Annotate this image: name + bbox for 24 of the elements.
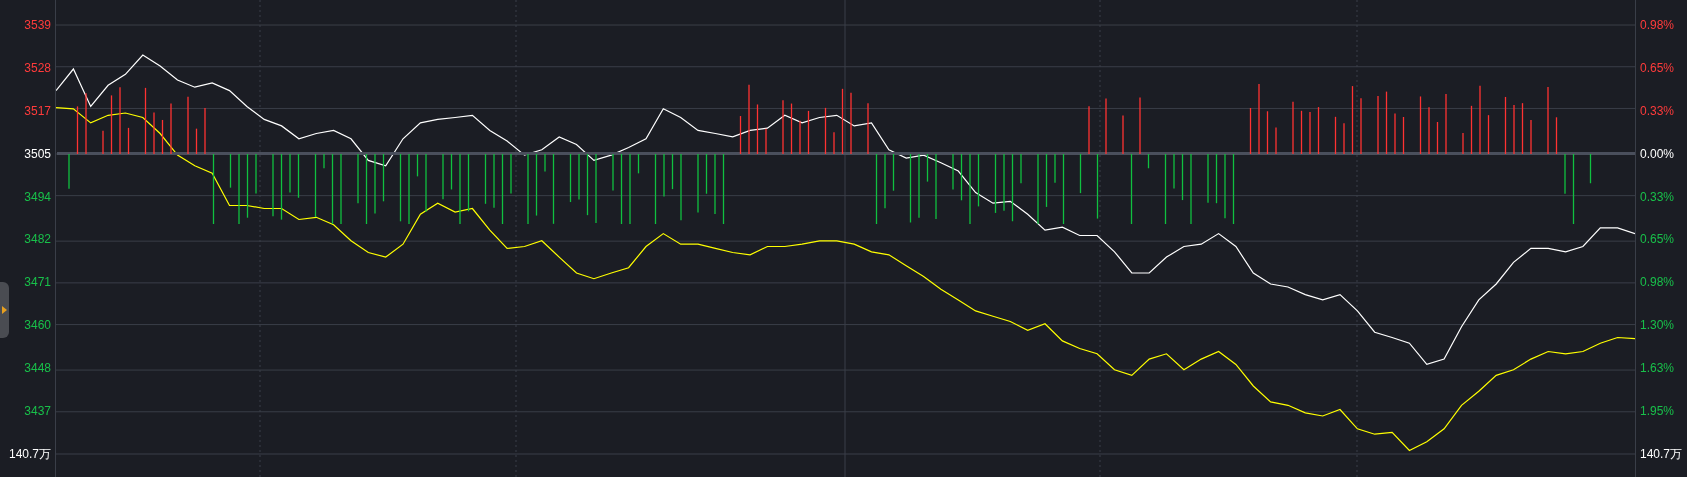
volume-axis-label: 140.7万	[8, 445, 51, 463]
price-axis-label: 3528	[24, 59, 51, 77]
percent-axis-label: 1.63%	[1640, 360, 1675, 378]
price-axis-label: 3539	[24, 16, 51, 34]
percent-axis-label: 0.98%	[1640, 16, 1675, 34]
triangle-icon	[2, 306, 7, 314]
percent-axis-label: 0.33%	[1640, 188, 1675, 206]
price-axis-label: 3460	[24, 317, 51, 335]
price-axis-label: 3448	[24, 360, 51, 378]
volume-axis-label: 140.7万	[1640, 445, 1683, 463]
percent-axis-label: 0.65%	[1640, 231, 1675, 249]
price-axis-label: 3494	[24, 188, 51, 206]
percent-axis-label: 0.00%	[1640, 145, 1675, 163]
percent-axis-label: 1.95%	[1640, 402, 1675, 420]
percent-axis-label: 0.98%	[1640, 274, 1675, 292]
percent-axis-label: 0.33%	[1640, 102, 1675, 120]
price-axis-label: 3471	[24, 274, 51, 292]
expand-tab-button[interactable]	[0, 282, 9, 338]
price-axis-label: 3482	[24, 231, 51, 249]
percent-axis-label: 1.30%	[1640, 317, 1675, 335]
price-axis-label: 3437	[24, 402, 51, 420]
price-axis-label: 3517	[24, 102, 51, 120]
percent-axis-label: 0.65%	[1640, 59, 1675, 77]
price-axis-label: 3505	[24, 145, 51, 163]
